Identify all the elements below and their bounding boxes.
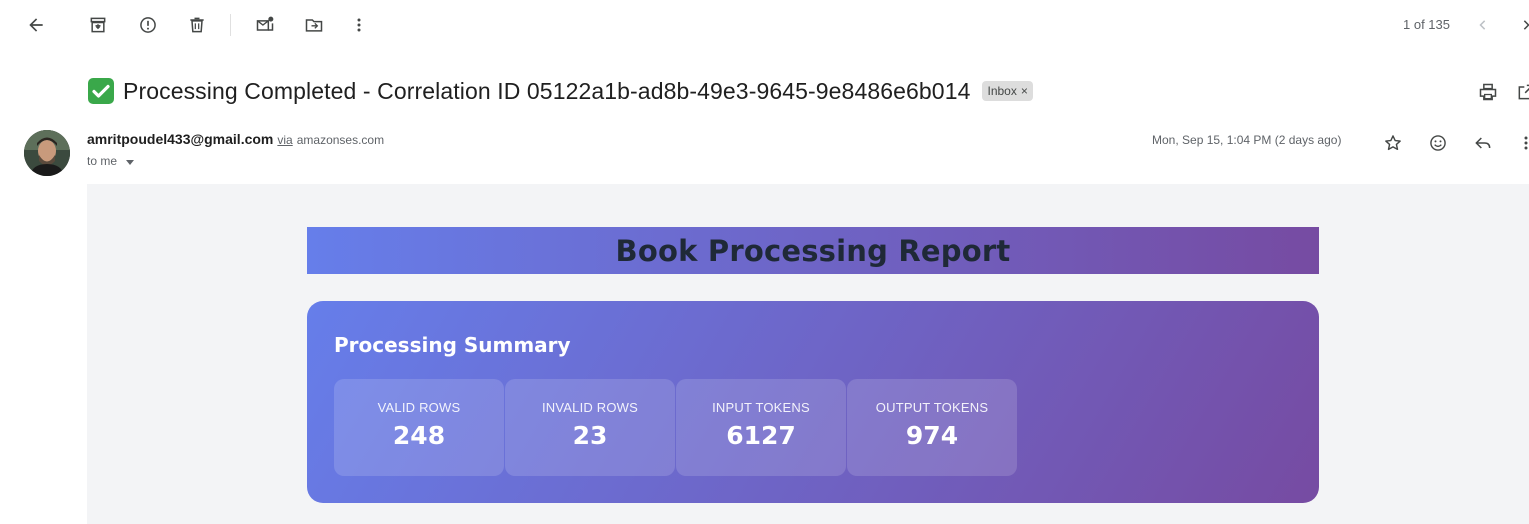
stat-label: INVALID ROWS — [541, 400, 639, 415]
stat-value: 6127 — [726, 421, 796, 450]
arrow-left-icon — [29, 18, 43, 32]
avatar-photo — [24, 130, 70, 176]
move-to-icon — [305, 19, 323, 32]
show-details-caret-icon[interactable] — [126, 159, 135, 165]
toolbar-divider — [230, 14, 231, 36]
remove-label-button[interactable]: × — [1021, 84, 1028, 98]
recipient-text: to me — [87, 154, 118, 168]
star-button[interactable] — [1379, 129, 1407, 157]
report-title: Book Processing Report — [615, 233, 1011, 268]
chevron-right-icon — [1523, 20, 1529, 30]
inbox-label-text: Inbox — [987, 84, 1017, 98]
add-reaction-button[interactable] — [1424, 129, 1452, 157]
newer-button[interactable] — [1467, 9, 1499, 41]
older-button[interactable] — [1510, 9, 1529, 41]
report-spam-icon — [140, 17, 156, 33]
more-vertical-icon — [1524, 136, 1528, 150]
stat-input-tokens: INPUT TOKENS 6127 — [676, 379, 846, 476]
report-header-banner: Book Processing Report — [307, 227, 1319, 274]
stat-invalid-rows: INVALID ROWS 23 — [505, 379, 675, 476]
back-button[interactable] — [20, 9, 52, 41]
check-mark-icon — [87, 77, 115, 105]
message-date: Mon, Sep 15, 1:04 PM (2 days ago) — [1152, 133, 1342, 147]
sender-email[interactable]: amritpoudel433@gmail.com — [87, 131, 273, 147]
inbox-label-chip[interactable]: Inbox × — [982, 81, 1033, 101]
stat-value: 248 — [392, 421, 446, 450]
via-domain: amazonses.com — [296, 133, 385, 147]
stats-row: VALID ROWS 248 INVALID ROWS 23 INPUT TOK… — [334, 379, 1017, 476]
mark-unread-icon — [256, 16, 274, 31]
sender-info: amritpoudel433@gmail.com via amazonses.c… — [87, 131, 384, 147]
archive-icon — [90, 17, 106, 33]
star-icon — [1385, 135, 1401, 151]
subject-row: Processing Completed - Correlation ID 05… — [87, 74, 1033, 108]
delete-button[interactable] — [181, 9, 213, 41]
message-more-button[interactable] — [1512, 129, 1529, 157]
chevron-left-icon — [1479, 20, 1486, 30]
reply-icon — [1475, 137, 1491, 149]
processing-summary-card: Processing Summary VALID ROWS 248 INVALI… — [307, 301, 1319, 503]
stat-value: 23 — [572, 421, 608, 450]
print-icon — [1479, 83, 1497, 101]
stat-label: VALID ROWS — [377, 400, 461, 415]
recipient-line: to me — [87, 154, 135, 168]
sender-avatar[interactable] — [24, 130, 70, 176]
move-to-button[interactable] — [298, 9, 330, 41]
via-link[interactable]: via — [277, 133, 292, 147]
stat-valid-rows: VALID ROWS 248 — [334, 379, 504, 476]
stat-value: 974 — [905, 421, 959, 450]
report-spam-button[interactable] — [132, 9, 164, 41]
summary-title: Processing Summary — [334, 333, 571, 357]
more-options-button[interactable] — [343, 9, 375, 41]
pager-count: 1 of 135 — [1403, 17, 1450, 32]
archive-button[interactable] — [82, 9, 114, 41]
stat-output-tokens: OUTPUT TOKENS 974 — [847, 379, 1017, 476]
mark-unread-button[interactable] — [249, 9, 281, 41]
more-vertical-icon — [357, 18, 361, 32]
reply-button[interactable] — [1469, 129, 1497, 157]
open-in-new-icon — [1518, 84, 1529, 100]
emoji-icon — [1430, 135, 1446, 151]
email-subject: Processing Completed - Correlation ID 05… — [123, 77, 971, 104]
stat-label: INPUT TOKENS — [712, 400, 810, 415]
message-toolbar: 1 of 135 — [0, 0, 1529, 50]
open-in-new-window-button[interactable] — [1512, 78, 1529, 106]
stat-label: OUTPUT TOKENS — [875, 400, 989, 415]
print-all-button[interactable] — [1474, 78, 1502, 106]
trash-icon — [190, 17, 204, 33]
